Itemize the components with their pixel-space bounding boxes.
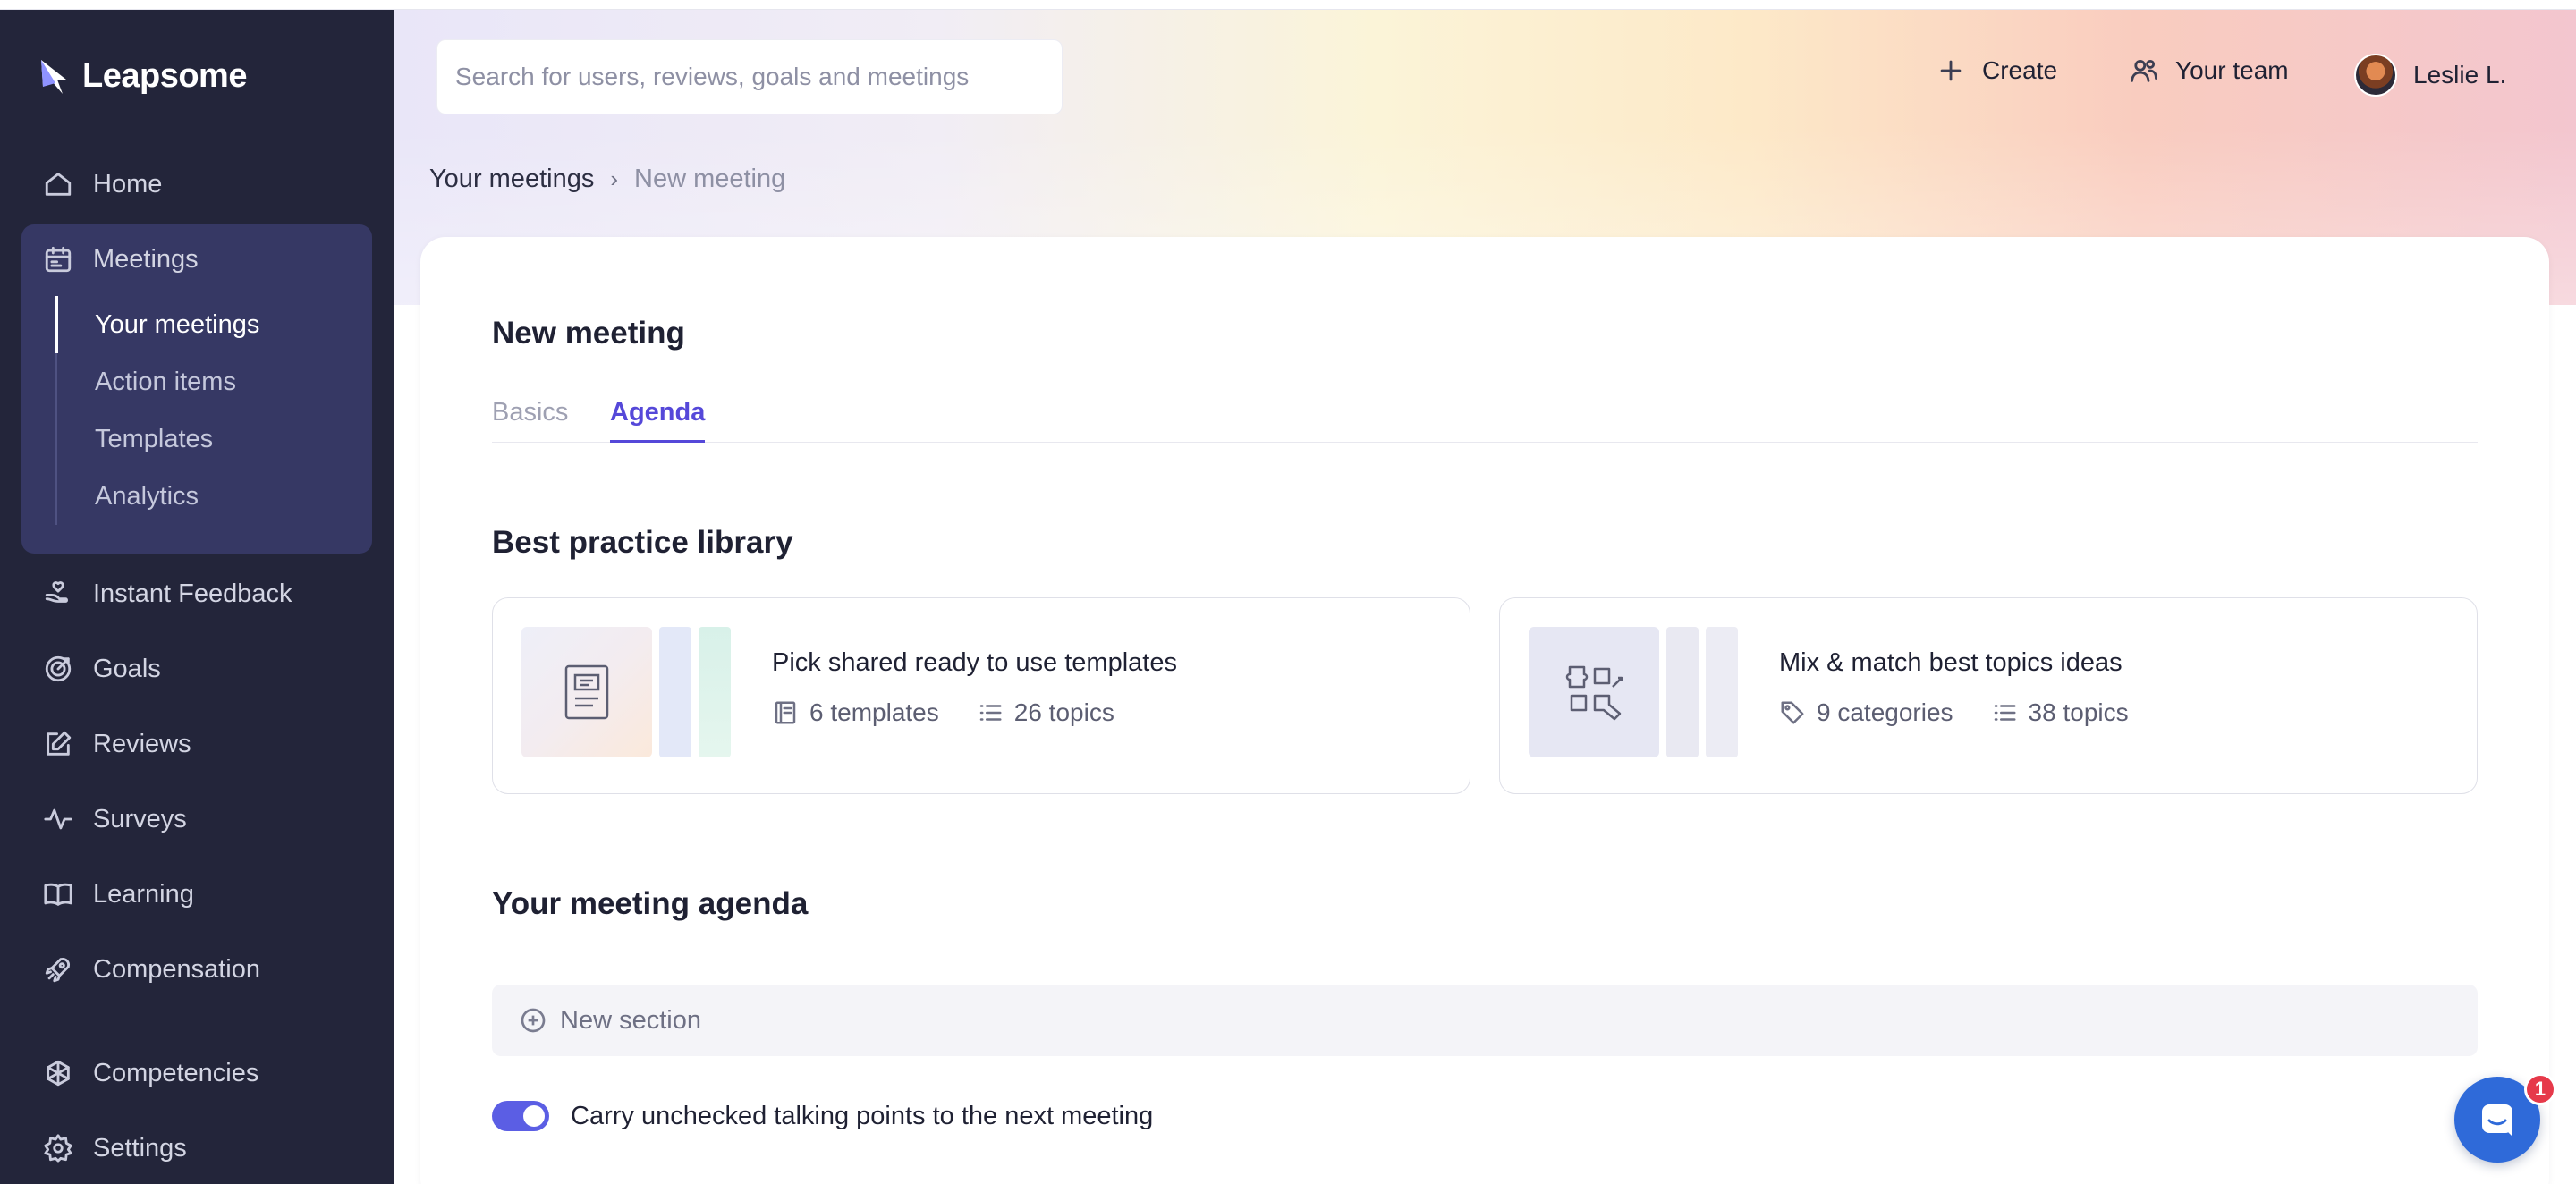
template-document-icon: [564, 664, 609, 720]
tab-basics[interactable]: Basics: [492, 398, 568, 443]
create-label: Create: [1982, 56, 2058, 84]
sidebar-item-meetings[interactable]: Meetings: [43, 237, 199, 282]
sidebar-item-surveys[interactable]: Surveys: [43, 797, 187, 841]
notification-badge: 1: [2524, 1073, 2556, 1105]
user-name: Leslie L.: [2413, 61, 2507, 89]
team-icon: [2131, 59, 2157, 82]
chat-icon: [2482, 1104, 2512, 1137]
search-input[interactable]: [455, 63, 1044, 91]
meetings-group: Meetings Your meetings Action items Temp…: [21, 224, 372, 554]
tag-icon: [1781, 701, 1804, 724]
meetings-icon: [45, 246, 72, 273]
templates-count: 6 templates: [809, 698, 939, 726]
categories-count: 9 categories: [1817, 698, 1953, 726]
user-menu[interactable]: Leslie L.: [2354, 54, 2506, 97]
sidebar-item-home[interactable]: Home: [43, 162, 162, 207]
sidebar-item-settings[interactable]: Settings: [43, 1126, 187, 1171]
subnav-action-items[interactable]: Action items: [95, 364, 236, 400]
brand-name: Leapsome: [82, 56, 247, 95]
subnav-templates[interactable]: Templates: [95, 421, 213, 457]
subnav-analytics[interactable]: Analytics: [95, 478, 199, 514]
subnav-your-meetings[interactable]: Your meetings: [95, 307, 259, 343]
avatar: [2354, 54, 2397, 97]
chevron-right-icon: ›: [610, 165, 618, 192]
compensation-icon: [45, 957, 71, 983]
plus-circle-icon: [521, 1008, 546, 1033]
sidebar-item-instant-feedback[interactable]: Instant Feedback: [43, 571, 292, 616]
thumbnail-strip: [1666, 627, 1699, 757]
templates-card-meta: 6 templates 26 topics: [772, 698, 1114, 727]
settings-icon: [44, 1134, 72, 1163]
thumbnail-strip: [1706, 627, 1738, 757]
carry-over-setting: Carry unchecked talking points to the ne…: [492, 1101, 1153, 1131]
page-title: New meeting: [492, 316, 685, 351]
new-section-button[interactable]: New section: [492, 985, 2478, 1056]
sidebar-item-competencies[interactable]: Competencies: [43, 1051, 258, 1095]
tab-bar: Basics Agenda: [492, 398, 2478, 443]
topics-card-title: Mix & match best topics ideas: [1779, 648, 2123, 677]
competencies-icon: [47, 1060, 70, 1087]
sidebar-item-label: Surveys: [93, 804, 187, 833]
sidebar-item-goals[interactable]: Goals: [43, 647, 161, 691]
sidebar-item-label: Home: [93, 169, 163, 199]
templates-thumbnail: [521, 627, 652, 757]
thumbnail-strip: [699, 627, 731, 757]
sidebar-item-label: Meetings: [93, 244, 199, 274]
library-heading: Best practice library: [492, 525, 793, 560]
goals-icon: [45, 655, 72, 682]
sidebar-item-label: Goals: [93, 654, 161, 683]
agenda-heading: Your meeting agenda: [492, 886, 809, 921]
global-search[interactable]: [436, 39, 1063, 114]
carry-over-toggle[interactable]: [492, 1101, 549, 1131]
topics-count: 26 topics: [1013, 698, 1114, 726]
subnav-active-indicator: [55, 296, 58, 353]
leapsome-logo-icon: [41, 60, 66, 94]
templates-library-card[interactable]: Pick shared ready to use templates 6 tem…: [492, 597, 1470, 794]
sidebar-item-label: Reviews: [93, 729, 191, 758]
sidebar-item-compensation[interactable]: Compensation: [43, 947, 260, 992]
book-icon: [775, 701, 796, 724]
brand-logo[interactable]: Leapsome: [39, 56, 247, 96]
sidebar-item-label: Competencies: [93, 1058, 259, 1087]
carry-over-label: Carry unchecked talking points to the ne…: [571, 1101, 1154, 1130]
sidebar-item-label: Compensation: [93, 954, 260, 984]
surveys-icon: [44, 808, 72, 830]
breadcrumb-current: New meeting: [634, 165, 786, 193]
topics-library-card[interactable]: Mix & match best topics ideas 9 categori…: [1499, 597, 2478, 794]
topics-count: 38 topics: [2028, 698, 2129, 726]
new-section-label: New section: [560, 1005, 701, 1035]
main-card: New meeting Basics Agenda Best practice …: [420, 237, 2549, 1184]
sidebar-item-label: Learning: [93, 879, 194, 909]
list-icon: [1994, 705, 2016, 721]
feedback-icon: [45, 581, 68, 603]
sidebar-item-learning[interactable]: Learning: [43, 872, 194, 917]
reviews-icon: [47, 731, 72, 756]
plus-icon: [1940, 60, 1962, 81]
breadcrumb: Your meetings › New meeting: [429, 165, 785, 194]
sidebar: Leapsome Home Meetings Your meetings Act…: [0, 10, 394, 1184]
sidebar-item-reviews[interactable]: Reviews: [43, 722, 191, 766]
puzzle-icon: [1565, 665, 1623, 721]
topics-card-meta: 9 categories 38 topics: [1779, 698, 2129, 727]
your-team-button[interactable]: Your team: [2129, 55, 2289, 86]
sidebar-item-label: Settings: [93, 1133, 187, 1163]
topics-thumbnail: [1529, 627, 1659, 757]
create-button[interactable]: Create: [1936, 55, 2057, 86]
learning-icon: [44, 883, 72, 906]
sidebar-item-label: Instant Feedback: [93, 579, 292, 608]
tab-agenda[interactable]: Agenda: [610, 398, 706, 443]
home-icon: [45, 173, 72, 196]
breadcrumb-parent-link[interactable]: Your meetings: [429, 165, 594, 194]
window-top-strip: [0, 0, 2576, 10]
list-icon: [979, 705, 1002, 721]
thumbnail-strip: [659, 627, 691, 757]
your-team-label: Your team: [2175, 56, 2289, 84]
templates-card-title: Pick shared ready to use templates: [772, 648, 1177, 677]
